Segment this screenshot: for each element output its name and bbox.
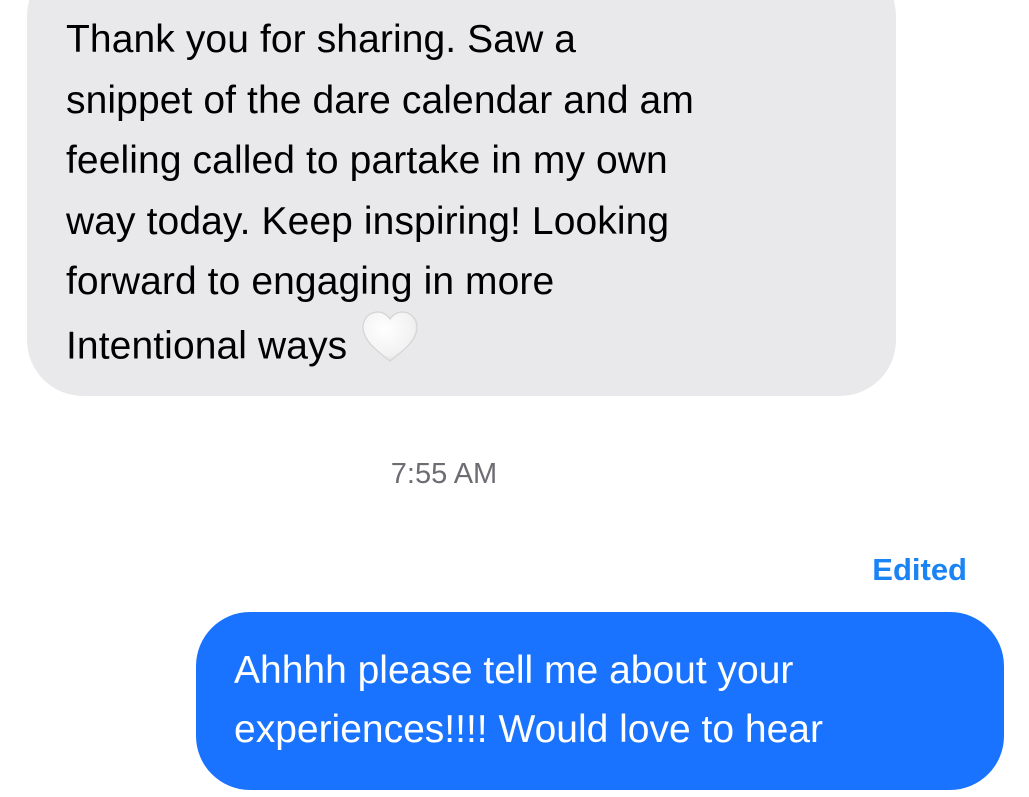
white-heart-icon <box>361 310 419 382</box>
outgoing-message-line: experiences!!!! Would love to hear <box>234 708 823 751</box>
incoming-message-line: Intentional ways <box>66 324 348 368</box>
incoming-message-line: Thank you for sharing. Saw a <box>66 18 577 61</box>
incoming-message-last-line: Intentional ways <box>66 310 866 384</box>
outgoing-message-line: Ahhhh please tell me about your <box>234 649 794 692</box>
message-timestamp: 7:55 AM <box>390 458 498 490</box>
outgoing-message-text: Ahhhh please tell me about your experien… <box>234 641 994 759</box>
incoming-message-line: feeling called to partake in my own <box>66 139 668 182</box>
incoming-message-line: way today. Keep inspiring! Looking <box>66 199 670 243</box>
edited-label[interactable]: Edited <box>872 552 967 588</box>
incoming-message-line: snippet of the dare calendar and am <box>66 78 694 122</box>
message-thread: Thank you for sharing. Saw a snippet of … <box>0 0 1029 797</box>
incoming-message-line: forward to engaging in more <box>66 260 555 303</box>
incoming-message-text: Thank you for sharing. Saw a snippet of … <box>66 10 866 383</box>
